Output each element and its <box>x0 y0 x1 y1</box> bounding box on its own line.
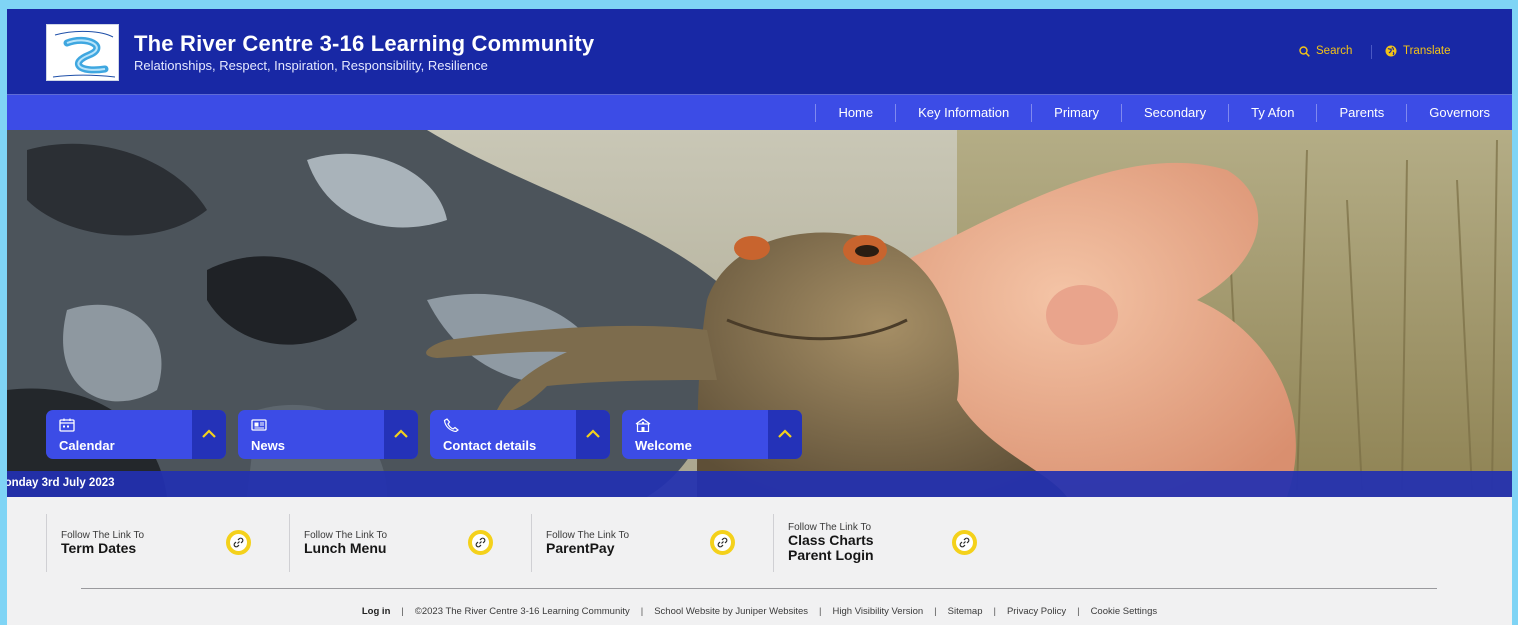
term-dates-link[interactable]: Follow The Link To Term Dates <box>46 514 289 572</box>
nav-item-secondary[interactable]: Secondary <box>1120 104 1228 122</box>
footer-separator: | <box>934 606 937 617</box>
juniper-credit-link[interactable]: School Website by Juniper Websites <box>654 606 808 617</box>
search-button[interactable]: Search <box>1299 45 1352 57</box>
chain-link-icon <box>959 537 970 548</box>
class-charts-parent-login-link[interactable]: Follow The Link To Class Charts Parent L… <box>773 514 1016 572</box>
translate-label: Translate <box>1403 45 1451 57</box>
calendar-icon <box>59 418 75 432</box>
news-quick-link[interactable]: News <box>238 410 418 459</box>
nav-item-ty-afon[interactable]: Ty Afon <box>1228 104 1316 122</box>
link-title-line-2: Parent Login <box>788 547 874 563</box>
school-building-icon <box>635 418 651 432</box>
nav-item-key-information[interactable]: Key Information <box>895 104 1031 122</box>
chain-link-icon <box>233 537 244 548</box>
welcome-expand-toggle[interactable] <box>768 410 802 459</box>
nav-item-primary[interactable]: Primary <box>1031 104 1121 122</box>
site-header: The River Centre 3-16 Learning Community… <box>7 9 1512 94</box>
cookie-settings-link[interactable]: Cookie Settings <box>1091 606 1158 617</box>
chevron-up-icon <box>202 429 216 438</box>
link-title: Lunch Menu <box>304 540 387 556</box>
school-tagline: Relationships, Respect, Inspiration, Res… <box>134 58 488 73</box>
date-ticker: Monday 3rd July 2023 <box>7 471 1512 497</box>
news-quick-link-label: News <box>251 438 285 453</box>
link-icon <box>952 530 977 555</box>
school-logo[interactable] <box>46 24 119 81</box>
calendar-expand-toggle[interactable] <box>192 410 226 459</box>
search-icon <box>1299 45 1310 57</box>
current-date: Monday 3rd July 2023 <box>7 477 115 489</box>
footer-divider <box>81 588 1437 589</box>
calendar-quick-link[interactable]: Calendar <box>46 410 226 459</box>
link-title: ParentPay <box>546 540 615 556</box>
chevron-up-icon <box>394 429 408 438</box>
contact-details-quick-link-label: Contact details <box>443 438 537 453</box>
search-label: Search <box>1316 45 1353 57</box>
utility-separator <box>1371 45 1372 59</box>
follow-links-strip: Follow The Link To Term Dates Follow The… <box>7 497 1512 583</box>
welcome-quick-link[interactable]: Welcome <box>622 410 802 459</box>
chain-link-icon <box>717 537 728 548</box>
parentpay-link[interactable]: Follow The Link To ParentPay <box>531 514 774 572</box>
nav-item-home[interactable]: Home <box>815 104 895 122</box>
link-icon <box>710 530 735 555</box>
contact-details-expand-toggle[interactable] <box>576 410 610 459</box>
chevron-up-icon <box>586 429 600 438</box>
chevron-up-icon <box>778 429 792 438</box>
phone-icon <box>443 418 459 432</box>
link-title: Term Dates <box>61 540 137 556</box>
lunch-menu-link[interactable]: Follow The Link To Lunch Menu <box>289 514 532 572</box>
main-navigation: Home Key Information Primary Secondary T… <box>7 94 1512 130</box>
link-icon <box>468 530 493 555</box>
high-visibility-link[interactable]: High Visibility Version <box>833 606 924 617</box>
school-name[interactable]: The River Centre 3-16 Learning Community <box>134 31 594 57</box>
hero-banner: Calendar News Contact details Welcome on… <box>7 130 1512 497</box>
copyright-text: ©2023 The River Centre 3-16 Learning Com… <box>414 606 630 617</box>
footer-separator: | <box>401 606 404 617</box>
nav-menu: Home Key Information Primary Secondary T… <box>815 95 1512 131</box>
footer-separator: | <box>819 606 822 617</box>
link-icon <box>226 530 251 555</box>
footer-separator: | <box>993 606 996 617</box>
site-footer: Log in | ©2023 The River Centre 3-16 Learn… <box>7 606 1512 617</box>
news-expand-toggle[interactable] <box>384 410 418 459</box>
globe-icon <box>1385 45 1397 57</box>
translate-button[interactable]: Translate <box>1385 45 1451 57</box>
footer-separator: | <box>640 606 644 617</box>
footer-separator: | <box>1077 606 1080 617</box>
link-title-line-1: Class Charts <box>788 532 874 548</box>
calendar-quick-link-label: Calendar <box>59 438 115 453</box>
page: The River Centre 3-16 Learning Community… <box>7 9 1512 625</box>
nav-item-governors[interactable]: Governors <box>1406 104 1512 122</box>
chain-link-icon <box>475 537 486 548</box>
sitemap-link[interactable]: Sitemap <box>948 606 983 617</box>
welcome-quick-link-label: Welcome <box>635 438 692 453</box>
login-link[interactable]: Log in <box>362 606 391 617</box>
nav-item-parents[interactable]: Parents <box>1316 104 1406 122</box>
privacy-policy-link[interactable]: Privacy Policy <box>1007 606 1066 617</box>
newspaper-icon <box>251 419 267 431</box>
contact-details-quick-link[interactable]: Contact details <box>430 410 610 459</box>
